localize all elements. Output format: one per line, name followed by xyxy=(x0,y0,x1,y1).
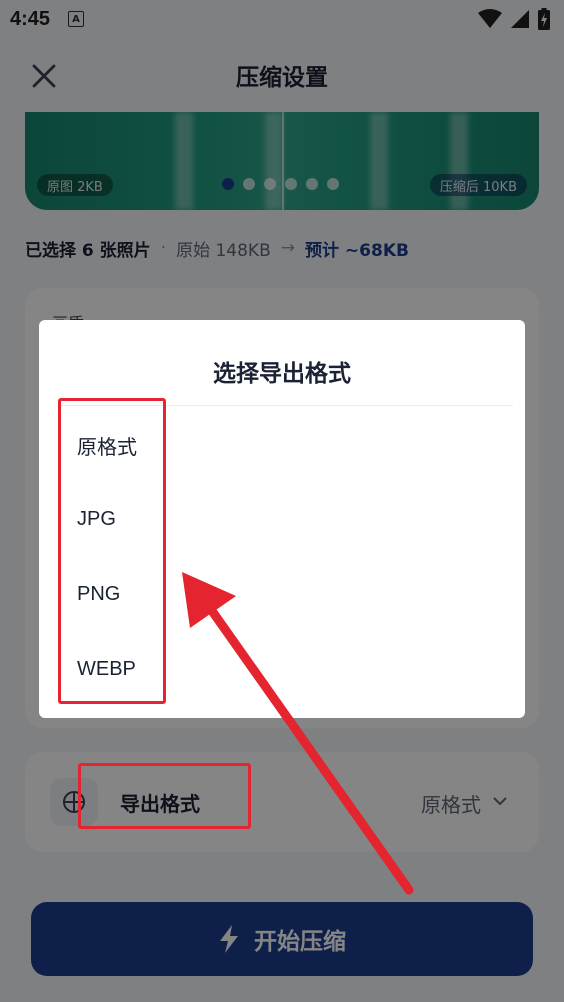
annotation-arrow xyxy=(182,572,414,895)
